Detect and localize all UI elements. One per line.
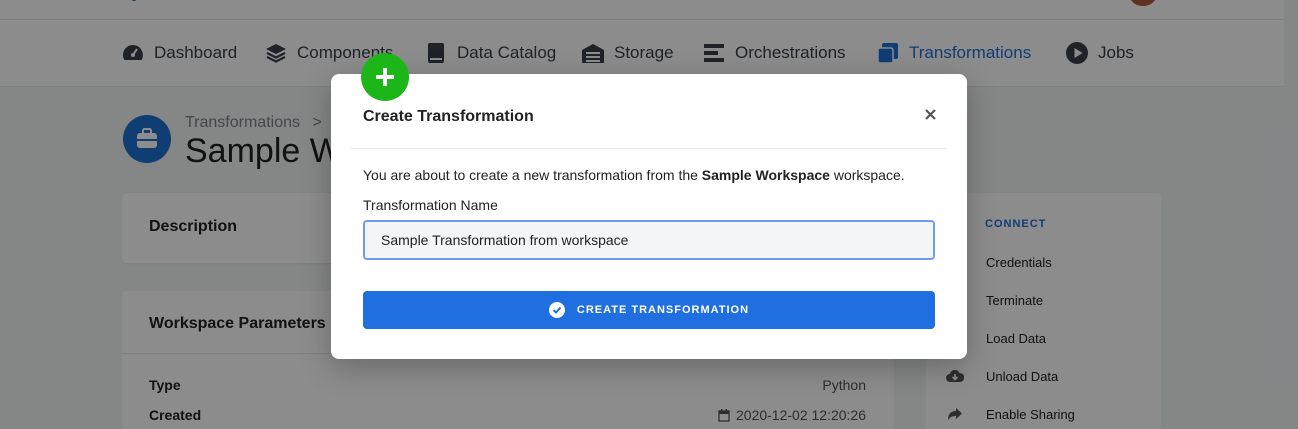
intro-text-end: workspace. xyxy=(829,167,905,183)
modal-divider xyxy=(351,148,947,149)
check-circle-icon xyxy=(548,302,565,318)
plus-icon xyxy=(361,53,409,101)
close-icon xyxy=(924,108,936,120)
workspace-name: Sample Workspace xyxy=(701,167,830,183)
create-transformation-label: CREATE TRANSFORMATION xyxy=(576,304,750,316)
modal-title: Create Transformation xyxy=(363,108,534,125)
create-transformation-button[interactable]: CREATE TRANSFORMATION xyxy=(363,291,935,329)
intro-text: You are about to create a new transforma… xyxy=(363,167,702,183)
modal-description: You are about to create a new transforma… xyxy=(363,167,905,183)
create-transformation-modal: Create Transformation You are about to c… xyxy=(331,53,967,359)
close-button[interactable] xyxy=(921,105,939,123)
transformation-name-input[interactable] xyxy=(363,220,935,260)
transformation-name-label: Transformation Name xyxy=(363,197,498,213)
